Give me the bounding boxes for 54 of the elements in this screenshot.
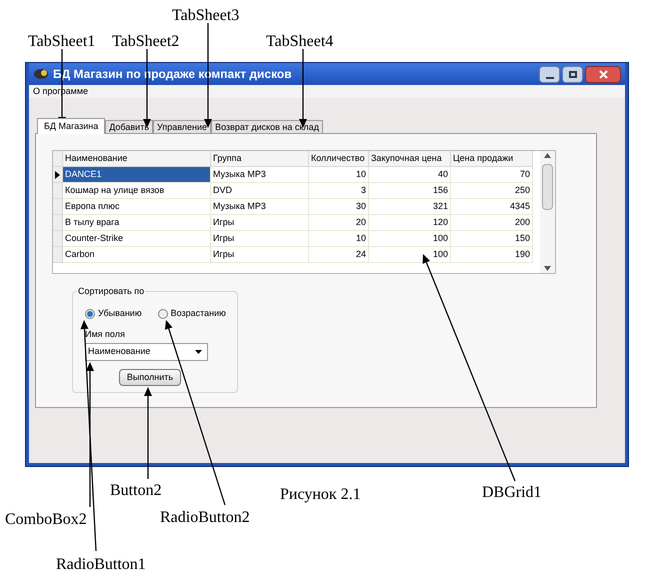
tab[interactable]: Возврат дисков на склад [211,120,323,133]
table-cell: 120 [369,215,451,231]
table-cell: Игры [211,247,309,263]
column-header[interactable]: Цена продажи [451,151,533,167]
table-cell: 4345 [451,199,533,215]
table-cell: Counter-Strike [63,231,211,247]
table-cell: Игры [211,231,309,247]
table-cell: DVD [211,183,309,199]
annotation-label: Button2 [110,481,162,501]
table-cell: 150 [451,231,533,247]
table-cell: 10 [309,231,369,247]
tab[interactable]: БД Магазина [37,118,106,134]
table-cell: 100 [369,231,451,247]
group-title: Сортировать по [77,285,146,297]
field-combo-box[interactable]: Наименование [85,343,208,361]
annotation-label: TabSheet4 [266,32,334,52]
table-cell: 3 [309,183,369,199]
field-label: Имя поля [85,328,126,340]
table-cell: 30 [309,199,369,215]
column-header[interactable]: Наименование [63,151,211,167]
table-cell: 24 [309,247,369,263]
table-cell: Музыка MP3 [211,199,309,215]
table-cell: 40 [369,167,451,183]
annotation-label: ComboBox2 [5,510,87,530]
table-cell: 321 [369,199,451,215]
table-cell: 190 [451,247,533,263]
annotation-label: TabSheet2 [112,32,180,52]
table-cell: DANCE1 [63,167,211,183]
table-cell: Европа плюс [63,199,211,215]
annotation-label: RadioButton2 [160,508,250,528]
table-cell: 70 [451,167,533,183]
table-cell: Carbon [63,247,211,263]
table-cell: В тылу врага [63,215,211,231]
table-cell: Музыка MP3 [211,167,309,183]
tab[interactable]: Управление [153,120,212,133]
tab[interactable]: Добавить [105,120,154,133]
annotation-label: TabSheet3 [172,6,240,26]
table-cell: 20 [309,215,369,231]
table-cell: 156 [369,183,451,199]
table-cell: 200 [451,215,533,231]
table-cell: 10 [309,167,369,183]
table-cell: 250 [451,183,533,199]
radio-option[interactable]: Убыванию [85,307,142,320]
execute-button[interactable]: Выполнить [119,369,181,386]
annotation-label: RadioButton1 [56,555,146,575]
table-cell: Кошмар на улице вязов [63,183,211,199]
radio-option[interactable]: Возрастанию [158,307,226,320]
column-header[interactable]: Закупочная цена [369,151,451,167]
column-header[interactable]: Колличество [309,151,369,167]
column-header[interactable]: Группа [211,151,309,167]
annotation-label: TabSheet1 [28,32,96,52]
annotation-label: DBGrid1 [482,483,542,503]
figure-caption: Рисунок 2.1 [280,485,361,505]
table-cell: Игры [211,215,309,231]
